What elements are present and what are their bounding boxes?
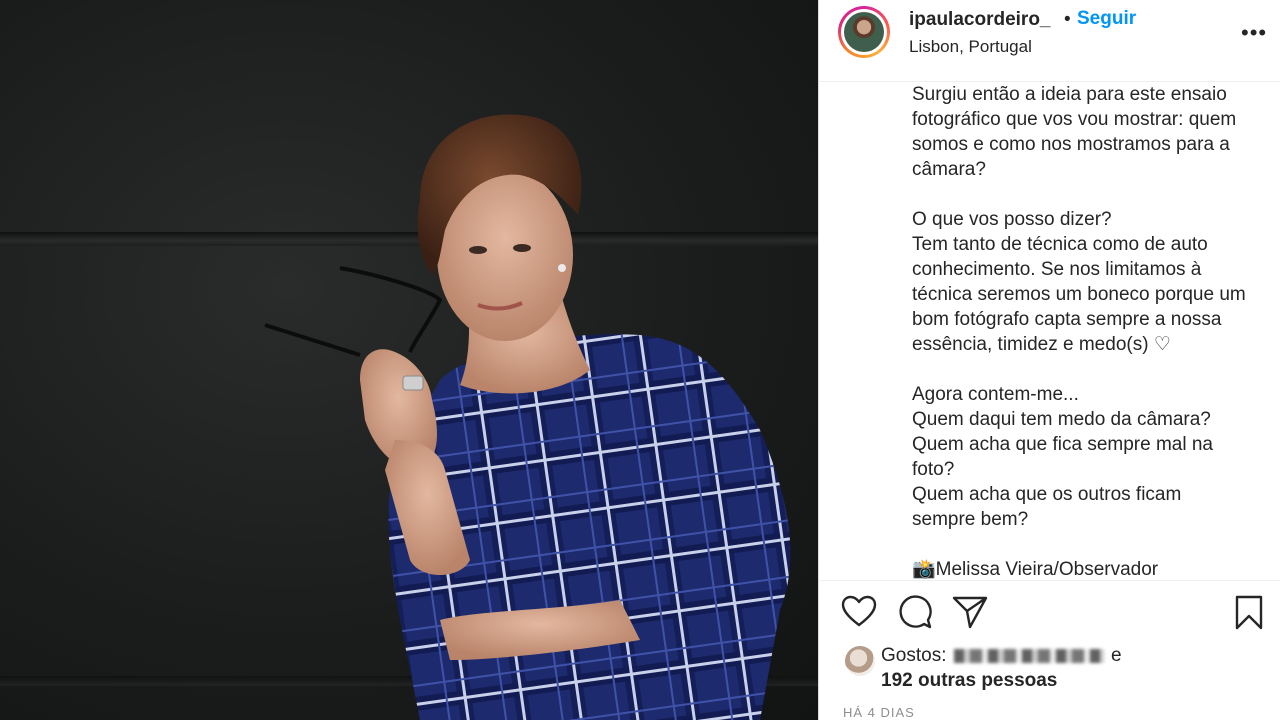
caption-line: essência, timidez e medo(s) ♡	[912, 334, 1171, 355]
caption-line: Quem acha que fica sempre mal na	[912, 434, 1213, 455]
post-header: ipaulacordeiro_ • Seguir Lisbon, Portuga…	[819, 0, 1280, 82]
likes-suffix: e	[1111, 645, 1122, 666]
caption-line: conhecimento. Se nos limitamos à	[912, 259, 1202, 280]
blurred-usernames	[953, 648, 1104, 663]
caption: Surgiu então a ideia para este ensaio fo…	[912, 82, 1272, 580]
heart-icon[interactable]	[839, 592, 879, 632]
caption-line: Surgiu então a ideia para este ensaio	[912, 84, 1227, 105]
caption-line: câmara?	[912, 159, 986, 180]
caption-line: sempre bem?	[912, 509, 1029, 530]
caption-line: O que vos posso dizer?	[912, 209, 1112, 230]
caption-line: foto?	[912, 459, 955, 480]
caption-paragraph: O que vos posso dizer? Tem tanto de técn…	[912, 207, 1272, 357]
photo-credit: 📸Melissa Vieira/Observador	[912, 559, 1159, 580]
caption-line: Tem tanto de técnica como de auto	[912, 234, 1208, 255]
bookmark-icon[interactable]	[1229, 592, 1269, 632]
post-timestamp[interactable]: HÁ 4 DIAS	[843, 705, 915, 720]
glasses	[264, 266, 443, 357]
username-link[interactable]: ipaulacordeiro_	[909, 9, 1051, 31]
more-options-icon[interactable]: •••	[1241, 20, 1267, 46]
avatar-image	[844, 12, 884, 52]
caption-paragraph: Surgiu então a ideia para este ensaio fo…	[912, 82, 1272, 182]
location-link[interactable]: Lisbon, Portugal	[909, 37, 1032, 57]
instagram-post: ipaulacordeiro_ • Seguir Lisbon, Portuga…	[0, 0, 1280, 720]
avatar[interactable]	[838, 6, 890, 58]
likes-prefix: Gostos:	[881, 645, 947, 666]
paper-plane-icon[interactable]	[950, 592, 990, 632]
follow-button[interactable]: Seguir	[1077, 8, 1136, 30]
likes-count-link[interactable]: 192 outras pessoas	[881, 670, 1057, 692]
liker-avatar[interactable]	[845, 646, 875, 676]
caption-line: técnica seremos um boneco porque um	[912, 284, 1246, 305]
portrait-illustration	[264, 114, 791, 720]
caption-paragraph: Agora contem-me... Quem daqui tem medo d…	[912, 382, 1272, 532]
caption-line: bom fotógrafo capta sempre a nossa	[912, 309, 1222, 330]
caption-line: Quem daqui tem medo da câmara?	[912, 409, 1211, 430]
post-sidebar: ipaulacordeiro_ • Seguir Lisbon, Portuga…	[818, 0, 1280, 720]
separator-dot: •	[1064, 9, 1071, 30]
action-bar	[819, 592, 1280, 636]
post-photo[interactable]	[0, 0, 818, 720]
caption-line: somos e como nos mostramos para a	[912, 134, 1230, 155]
caption-line: Quem acha que os outros ficam	[912, 484, 1182, 505]
comment-icon[interactable]	[895, 592, 935, 632]
caption-line: fotográfico que vos vou mostrar: quem	[912, 109, 1237, 130]
likes-line: Gostos: e	[881, 645, 1122, 667]
divider	[819, 580, 1280, 581]
caption-paragraph: 📸Melissa Vieira/Observador	[912, 557, 1272, 580]
caption-line: Agora contem-me...	[912, 384, 1079, 405]
